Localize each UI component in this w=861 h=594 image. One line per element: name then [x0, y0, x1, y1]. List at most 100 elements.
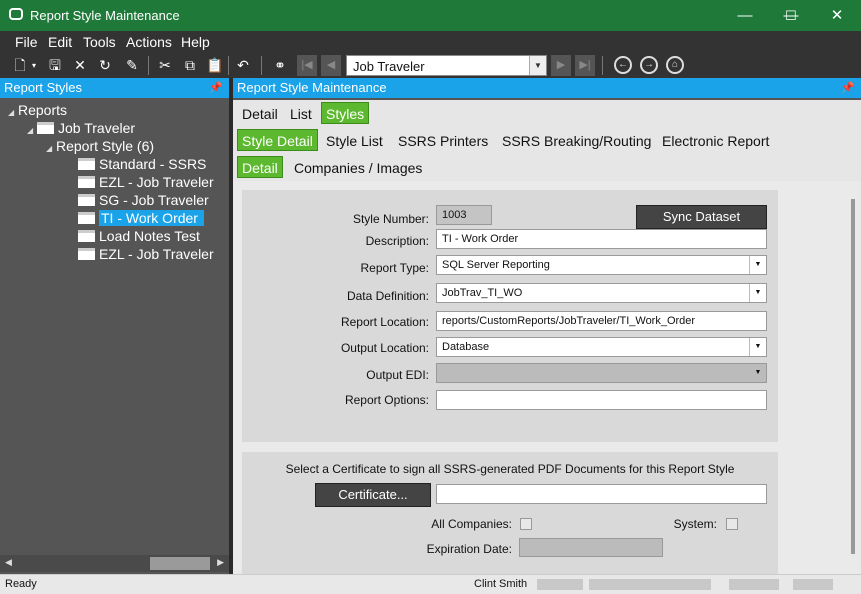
status-user: Clint Smith [474, 578, 528, 590]
panel-title: Report Style Maintenance [237, 80, 387, 95]
redacted-info [537, 579, 583, 590]
tab-detail[interactable]: Detail [242, 103, 278, 125]
tab-style-list[interactable]: Style List [326, 130, 383, 152]
menu-file[interactable]: File [15, 34, 38, 50]
sync-dataset-button[interactable]: Sync Dataset [636, 205, 767, 229]
menu-tools[interactable]: Tools [83, 34, 116, 50]
tab-ssrs-printers[interactable]: SSRS Printers [398, 130, 488, 152]
horizontal-scrollbar[interactable]: ◀ ▶ [0, 555, 229, 572]
report-options-field[interactable] [436, 390, 767, 410]
panel-header: Report Styles 📌 [0, 78, 229, 98]
record-nav-combo[interactable]: Job Traveler ▼ [346, 55, 547, 76]
report-styles-panel: Report Styles 📌 ◢ Reports ◢ Job Traveler ◢… [0, 78, 229, 574]
new-icon[interactable]: 🗋 [10, 56, 30, 75]
expand-icon[interactable]: ◢ [8, 104, 18, 122]
tab-row-main: Detail List Styles [233, 100, 861, 126]
detail-content: Style Number: 1003 Sync Dataset Descript… [233, 181, 853, 574]
folder-icon [78, 176, 95, 188]
redacted-info [793, 579, 833, 590]
search-binoculars-icon[interactable]: ⚭ [270, 56, 290, 75]
close-button[interactable]: ✕ [814, 0, 860, 31]
description-label: Description: [365, 234, 429, 248]
style-number-field: 1003 [436, 205, 492, 225]
redacted-info [589, 579, 711, 590]
pin-icon[interactable]: 📌 [209, 78, 223, 98]
tree-node-reports[interactable]: ◢ Reports [8, 101, 67, 119]
save-icon[interactable]: 🖫 [45, 56, 65, 75]
folder-icon [78, 248, 95, 260]
undo-icon[interactable]: ↶ [233, 56, 253, 75]
tab-ssrs-breaking-routing[interactable]: SSRS Breaking/Routing [502, 130, 651, 152]
style-detail-group: Style Number: 1003 Sync Dataset Descript… [242, 190, 778, 442]
data-definition-label: Data Definition: [346, 289, 429, 303]
folder-icon [78, 212, 95, 224]
tree-item-style-selected[interactable]: TI - Work Order [78, 209, 204, 227]
report-type-label: Report Type: [360, 261, 429, 275]
panel-title: Report Styles [4, 80, 83, 95]
maximize-button[interactable]: ☐ [768, 0, 814, 31]
tree-node-report-style[interactable]: ◢ Report Style (6) [46, 137, 154, 155]
expand-icon[interactable]: ◢ [46, 140, 56, 158]
expand-icon[interactable]: ◢ [27, 122, 37, 140]
delete-icon[interactable]: ✕ [70, 56, 90, 75]
tree-item-style[interactable]: EZL - Job Traveler [78, 245, 214, 263]
menu-help[interactable]: Help [181, 34, 210, 50]
tab-styles[interactable]: Styles [321, 102, 370, 124]
tree-item-style[interactable]: Load Notes Test [78, 227, 200, 245]
chevron-down-icon[interactable]: ▼ [749, 284, 766, 302]
tree-node-job-traveler[interactable]: ◢ Job Traveler [27, 119, 135, 137]
previous-record-icon[interactable]: ◀ [321, 55, 341, 76]
tree-item-style[interactable]: Standard - SSRS [78, 155, 206, 173]
cut-icon[interactable]: ✂ [155, 56, 175, 75]
chevron-down-icon[interactable]: ▼ [529, 56, 546, 75]
vertical-scrollbar[interactable] [848, 181, 861, 574]
toolbar-separator [228, 56, 229, 75]
tab-electronic-report[interactable]: Electronic Report [662, 130, 769, 152]
report-type-select[interactable]: SQL Server Reporting ▼ [436, 255, 767, 275]
all-companies-checkbox[interactable] [520, 518, 532, 530]
clear-icon[interactable]: ✎ [122, 56, 142, 75]
scroll-left-icon[interactable]: ◀ [5, 557, 12, 568]
tab-style-detail[interactable]: Style Detail [237, 129, 318, 151]
next-record-icon[interactable]: ▶ [551, 55, 571, 76]
toolbar: 🗋 ▾ 🖫 ✕ ↻ ✎ ✂ ⧉ 📋 ↶ ⚭ |◀ ◀ Job Traveler … [0, 53, 861, 78]
minimize-button[interactable]: — [722, 0, 768, 31]
tree-item-style[interactable]: EZL - Job Traveler [78, 173, 214, 191]
refresh-icon[interactable]: ↻ [95, 56, 115, 75]
paste-icon[interactable]: 📋 [205, 56, 225, 75]
record-nav-value: Job Traveler [353, 59, 425, 74]
chevron-down-icon[interactable]: ▼ [749, 338, 766, 356]
tab-companies-images[interactable]: Companies / Images [294, 157, 422, 179]
certificate-field[interactable] [436, 484, 767, 504]
scroll-thumb[interactable] [851, 199, 855, 554]
new-dropdown-icon[interactable]: ▾ [28, 56, 40, 75]
tab-detail-sub[interactable]: Detail [237, 156, 283, 178]
toolbar-separator [602, 56, 603, 75]
scroll-thumb[interactable] [150, 557, 210, 570]
menu-actions[interactable]: Actions [126, 34, 172, 50]
output-edi-label: Output EDI: [366, 368, 429, 382]
menu-edit[interactable]: Edit [48, 34, 72, 50]
pin-icon[interactable]: 📌 [841, 78, 855, 98]
system-checkbox[interactable] [726, 518, 738, 530]
tab-row-styles: Style Detail Style List SSRS Printers SS… [233, 126, 861, 154]
tree-item-style[interactable]: SG - Job Traveler [78, 191, 209, 209]
tab-list[interactable]: List [290, 103, 312, 125]
folder-icon [78, 194, 95, 206]
last-record-icon[interactable]: ▶| [575, 55, 595, 76]
output-location-select[interactable]: Database ▼ [436, 337, 767, 357]
back-icon[interactable]: ← [614, 56, 632, 74]
certificate-button[interactable]: Certificate... [315, 483, 431, 507]
scroll-right-icon[interactable]: ▶ [217, 557, 224, 568]
report-location-field[interactable]: reports/CustomReports/JobTraveler/TI_Wor… [436, 311, 767, 331]
first-record-icon[interactable]: |◀ [297, 55, 317, 76]
description-field[interactable]: TI - Work Order [436, 229, 767, 249]
data-definition-select[interactable]: JobTrav_TI_WO ▼ [436, 283, 767, 303]
chevron-down-icon[interactable]: ▼ [749, 256, 766, 274]
tab-row-detail: Detail Companies / Images [233, 154, 861, 181]
report-location-label: Report Location: [340, 315, 429, 329]
report-options-label: Report Options: [344, 393, 429, 407]
copy-icon[interactable]: ⧉ [180, 56, 200, 75]
home-icon[interactable]: ⌂ [666, 56, 684, 74]
forward-icon[interactable]: → [640, 56, 658, 74]
